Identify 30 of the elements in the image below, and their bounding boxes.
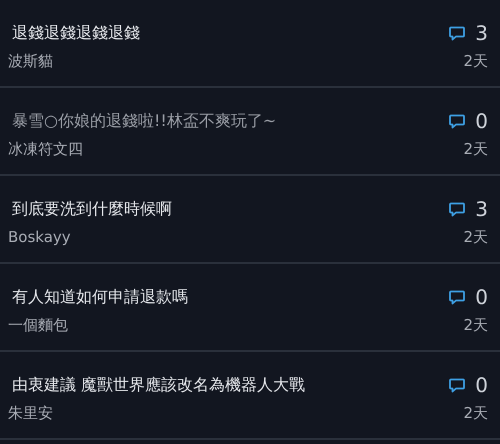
comment-icon <box>449 114 466 128</box>
author-name: 波斯貓 <box>8 51 54 72</box>
thread-title: 退錢退錢退錢退錢 <box>12 22 140 44</box>
comment-icon <box>449 26 466 40</box>
thread-row[interactable]: 有人知道如何申請退款嗎 一個麵包 0 2天 <box>0 264 500 352</box>
post-age: 2天 <box>463 227 488 248</box>
comment-count: 0 <box>475 109 488 133</box>
author-name: Boskayy <box>8 227 72 248</box>
thread-row[interactable]: 由衷建議 魔獸世界應該改名為機器人大戰 朱里安 0 2天 <box>0 352 500 440</box>
author-name: 一個麵包 <box>8 315 69 336</box>
thread-row[interactable]: 到底要洗到什麼時候啊 Boskayy 3 2天 <box>0 176 500 264</box>
comment-count: 3 <box>475 21 488 45</box>
thread-title: 有人知道如何申請退款嗎 <box>12 286 188 308</box>
comment-icon <box>449 202 466 216</box>
thread-title: 暴雪○你娘的退錢啦!!林盃不爽玩了~ <box>12 110 276 132</box>
thread-title: 由衷建議 魔獸世界應該改名為機器人大戰 <box>12 374 306 396</box>
comment-count: 3 <box>475 197 488 221</box>
comment-count: 0 <box>475 373 488 397</box>
author-name: 冰凍符文四 <box>8 139 84 160</box>
post-age: 2天 <box>463 139 488 160</box>
author-name: 朱里安 <box>8 403 54 424</box>
comment-icon <box>449 290 466 304</box>
post-age: 2天 <box>463 315 488 336</box>
comment-icon <box>449 378 466 392</box>
post-age: 2天 <box>463 51 488 72</box>
thread-row[interactable]: 暴雪○你娘的退錢啦!!林盃不爽玩了~ 冰凍符文四 0 2天 <box>0 88 500 176</box>
thread-title: 到底要洗到什麼時候啊 <box>12 198 172 220</box>
comment-count: 0 <box>475 285 488 309</box>
post-age: 2天 <box>463 403 488 424</box>
thread-row[interactable]: 退錢退錢退錢退錢 波斯貓 3 2天 <box>0 0 500 88</box>
